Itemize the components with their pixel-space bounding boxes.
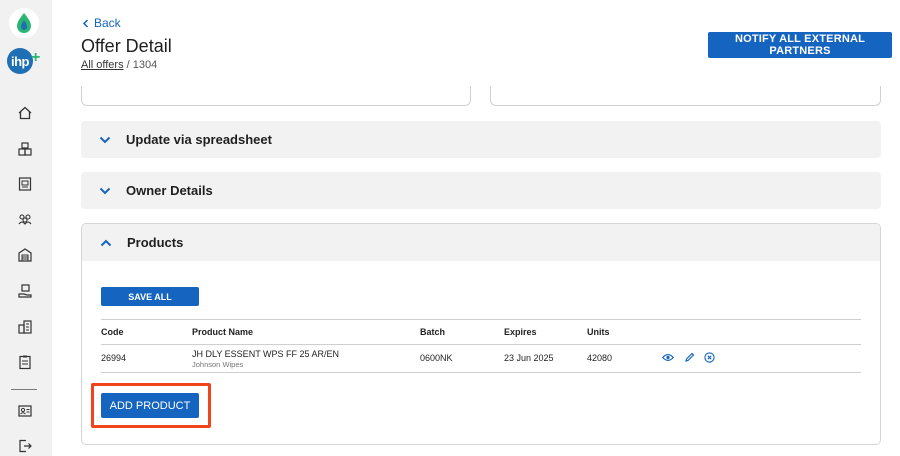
document-box-icon (18, 177, 32, 191)
chevron-down-icon (98, 184, 112, 198)
column-header-code: Code (101, 327, 124, 337)
column-header-product-name: Product Name (192, 327, 254, 337)
sidebar-item-documents[interactable] (15, 174, 35, 194)
sidebar: ihp + (0, 0, 52, 456)
back-label: Back (94, 16, 121, 30)
add-product-button[interactable]: ADD PRODUCT (101, 393, 199, 418)
cell-batch: 0600NK (420, 353, 453, 363)
people-group-icon (18, 214, 32, 225)
sidebar-item-home[interactable] (15, 103, 35, 123)
column-header-expires: Expires (504, 327, 537, 337)
cell-product-name: JH DLY ESSENT WPS FF 25 AR/EN (192, 349, 340, 359)
accordion-owner-details[interactable]: Owner Details (81, 172, 881, 209)
accordion-label: Owner Details (126, 183, 213, 198)
chevron-down-icon (98, 133, 112, 147)
sidebar-item-partners[interactable] (15, 209, 35, 229)
breadcrumb-current: 1304 (132, 59, 158, 71)
hand-box-icon (18, 284, 32, 298)
back-link[interactable]: Back (82, 16, 121, 30)
offer-info-card-left (81, 86, 471, 106)
clipboard-icon (19, 355, 31, 370)
page-title: Offer Detail (81, 36, 172, 56)
brand-logo[interactable] (9, 8, 39, 38)
sidebar-item-warehouse[interactable] (15, 245, 35, 265)
warehouse-icon (18, 248, 32, 262)
buildings-icon (18, 320, 32, 334)
breadcrumb-separator: / (126, 59, 130, 71)
table-bottom-border (101, 372, 861, 373)
sidebar-item-facilities[interactable] (15, 317, 35, 337)
inventory-boxes-icon (18, 142, 32, 156)
accordion-label: Products (127, 235, 184, 250)
save-all-button[interactable]: SAVE ALL (101, 287, 199, 306)
column-header-batch: Batch (420, 327, 446, 337)
accordion-products[interactable]: Products (82, 224, 880, 261)
chevron-up-icon (99, 236, 113, 250)
sidebar-item-reports[interactable] (15, 352, 35, 372)
accordion-update-spreadsheet[interactable]: Update via spreadsheet (81, 121, 881, 158)
cell-expires: 23 Jun 2025 (504, 353, 554, 363)
view-icon[interactable] (662, 351, 674, 363)
app-root: ihp + Back Offer Detail All offers / 130… (0, 0, 900, 456)
sidebar-item-profile[interactable] (15, 401, 35, 421)
home-icon (18, 106, 32, 120)
cell-product-brand: Johnson Wipes (192, 360, 244, 369)
cell-units: 42080 (587, 353, 613, 363)
offer-info-card-right (490, 86, 881, 106)
breadcrumb-all-offers[interactable]: All offers (81, 59, 124, 71)
breadcrumb: All offers / 1304 (81, 59, 157, 71)
id-card-icon (18, 405, 32, 417)
chevron-left-icon (82, 18, 89, 28)
column-header-units: Units (587, 327, 610, 337)
sidebar-item-donations[interactable] (15, 281, 35, 301)
sidebar-item-inventory[interactable] (15, 139, 35, 159)
accordion-label: Update via spreadsheet (126, 132, 272, 147)
sidebar-divider (11, 389, 37, 390)
leaf-drop-icon (17, 13, 31, 33)
logout-icon (19, 439, 32, 453)
ihp-logo-plus: + (31, 49, 41, 66)
sidebar-item-logout[interactable] (15, 436, 35, 456)
ihp-logo[interactable]: ihp + (7, 48, 40, 74)
remove-icon[interactable] (703, 351, 715, 363)
notify-partners-button[interactable]: NOTIFY ALL EXTERNAL PARTNERS (708, 32, 892, 58)
edit-icon[interactable] (683, 351, 695, 363)
cell-code: 26994 (101, 353, 127, 363)
table-header-border (101, 344, 861, 345)
ihp-logo-text: ihp (7, 48, 33, 74)
table-top-border (101, 319, 861, 320)
